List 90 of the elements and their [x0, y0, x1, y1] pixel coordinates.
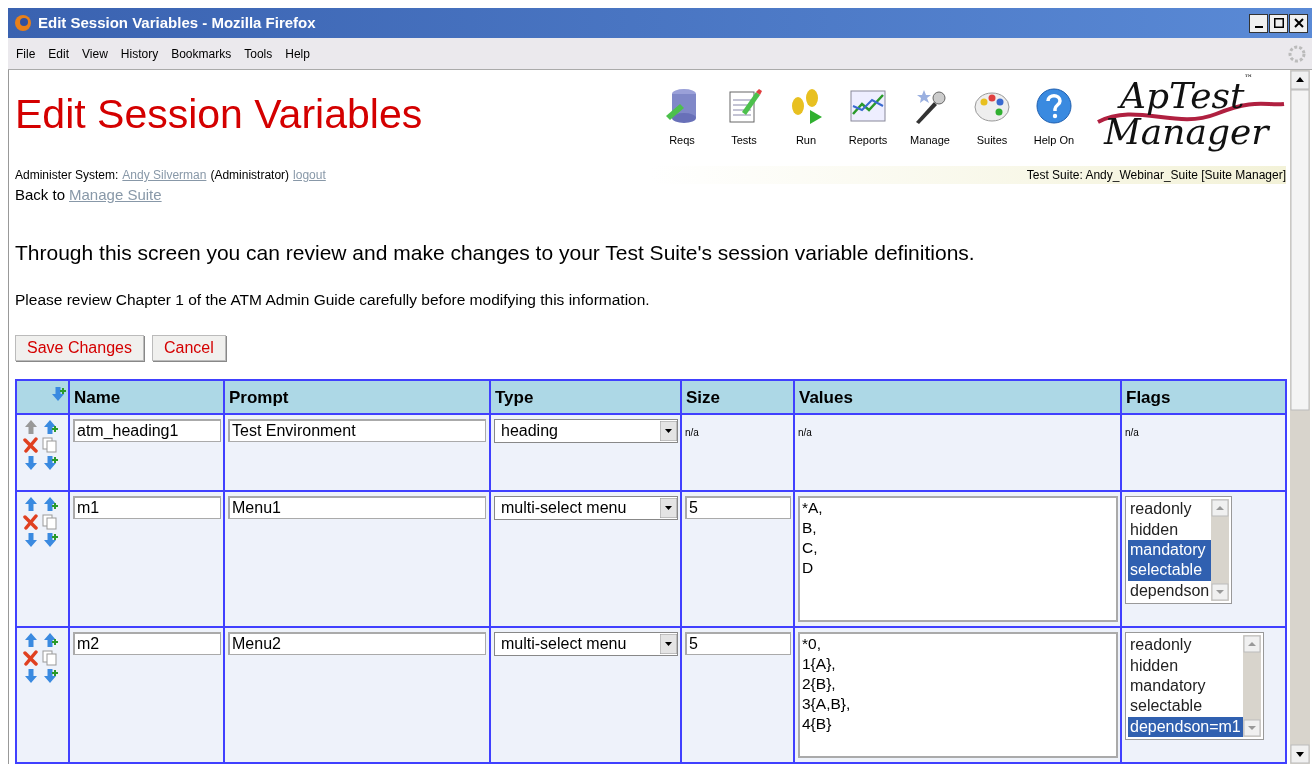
delete-icon[interactable]: [23, 650, 39, 667]
size-field[interactable]: 5: [685, 632, 791, 656]
na-text: n/a: [685, 427, 699, 439]
nav-label[interactable]: Manage: [910, 132, 950, 149]
move-down-icon[interactable]: [23, 455, 39, 472]
insert-below-icon[interactable]: [42, 455, 58, 472]
nav-label[interactable]: Tests: [731, 132, 757, 149]
na-text: n/a: [798, 427, 812, 439]
prompt-field[interactable]: Menu1: [228, 496, 486, 520]
move-up-icon[interactable]: [23, 496, 39, 513]
type-select[interactable]: multi-select menu: [494, 632, 678, 657]
insert-below-icon[interactable]: [42, 668, 58, 685]
flags-listbox[interactable]: readonly hidden mandatory selectable dependson: [1125, 496, 1233, 605]
name-field[interactable]: atm_heading1: [73, 419, 221, 443]
window-title: Edit Session Variables - Mozilla Firefox: [38, 12, 316, 33]
delete-icon[interactable]: [23, 514, 39, 531]
insert-above-icon[interactable]: [42, 496, 58, 513]
type-select[interactable]: heading: [494, 419, 678, 444]
menu-item[interactable]: Edit: [48, 44, 70, 63]
move-down-icon[interactable]: [23, 668, 39, 685]
column-header: Prompt: [224, 380, 490, 415]
copy-icon[interactable]: [42, 514, 58, 531]
delete-icon[interactable]: [23, 437, 39, 454]
flag-option[interactable]: mandatory: [1128, 676, 1243, 697]
name-field[interactable]: m2: [73, 632, 221, 656]
flag-option[interactable]: readonly: [1128, 499, 1212, 520]
flags-listbox[interactable]: readonly hidden mandatory selectable dependson=m1: [1125, 632, 1264, 741]
minimize-button[interactable]: [1249, 13, 1268, 33]
suite-label: Test Suite: Andy_Webinar_Suite [Suite Manager]: [1026, 167, 1286, 184]
insert-above-icon[interactable]: [42, 419, 58, 436]
nav-label[interactable]: Reports: [848, 132, 888, 149]
prompt-field[interactable]: Test Environment: [228, 419, 486, 443]
values-textarea[interactable]: *0, 1{A}, 2{B}, 3{A,B}, 4{B}: [798, 632, 1118, 759]
form-button[interactable]: Cancel: [151, 335, 226, 362]
column-header: Name: [69, 380, 224, 415]
copy-icon[interactable]: [42, 650, 58, 667]
prompt-field[interactable]: Menu2: [228, 632, 486, 656]
dropdown-arrow-icon: [660, 634, 677, 655]
move-up-icon[interactable]: [23, 632, 39, 649]
menu-item[interactable]: Help: [285, 44, 310, 63]
column-header: Type: [490, 380, 681, 415]
copy-icon[interactable]: [42, 437, 58, 454]
dropdown-arrow-icon: [660, 498, 677, 519]
menu-item[interactable]: View: [82, 44, 108, 63]
logo: ApTest™ Manager: [1096, 74, 1286, 154]
size-field[interactable]: 5: [685, 496, 791, 520]
nav-label[interactable]: Reqs: [669, 132, 695, 149]
back-label: Back to: [15, 185, 66, 205]
flag-option[interactable]: mandatory: [1128, 540, 1212, 561]
column-header: Values: [794, 380, 1121, 415]
menu-item[interactable]: File: [16, 44, 36, 63]
insert-below-icon[interactable]: [42, 532, 58, 549]
minimize-icon: [1254, 26, 1263, 28]
name-field[interactable]: m1: [73, 496, 221, 520]
insert-above-icon[interactable]: [42, 632, 58, 649]
menu-item[interactable]: Bookmarks: [171, 44, 232, 63]
values-textarea[interactable]: *A, B, C, D: [798, 496, 1118, 623]
form-button[interactable]: Save Changes: [15, 335, 144, 362]
nav-label[interactable]: Help On: [1033, 132, 1075, 149]
move-down-icon[interactable]: [23, 532, 39, 549]
close-icon: [1293, 18, 1304, 28]
move-up-icon[interactable]: [23, 419, 39, 436]
column-header: Size: [681, 380, 794, 415]
maximize-icon: [1273, 18, 1284, 28]
dropdown-arrow-icon: [660, 421, 677, 442]
help-icon[interactable]: [1034, 86, 1074, 126]
flag-option[interactable]: hidden: [1128, 655, 1243, 677]
menu-item[interactable]: Tools: [244, 44, 273, 63]
column-header: Flags: [1121, 380, 1286, 415]
loading-icon: [1288, 44, 1306, 63]
menu-item[interactable]: History: [120, 44, 159, 63]
na-text: n/a: [1125, 427, 1139, 439]
close-button[interactable]: [1289, 13, 1308, 33]
flag-option[interactable]: hidden: [1128, 519, 1212, 541]
nav-label[interactable]: Suites: [976, 132, 1008, 149]
flag-option[interactable]: selectable: [1128, 560, 1212, 581]
role-label: (Administrator): [210, 167, 290, 184]
nav-label[interactable]: Run: [795, 132, 817, 149]
page-title: Edit Session Variables: [15, 94, 423, 139]
flag-option[interactable]: dependson=m1: [1128, 716, 1243, 738]
insert-below-icon[interactable]: [50, 386, 66, 403]
flag-option[interactable]: selectable: [1128, 696, 1243, 717]
flag-option[interactable]: dependson: [1128, 580, 1212, 602]
browser-logo-icon: [14, 14, 32, 32]
intro-text: Through this screen you can review and make changes to your Test Suite's session variable definitions.: [15, 239, 976, 266]
flag-option[interactable]: readonly: [1128, 635, 1243, 656]
maximize-button[interactable]: [1269, 13, 1288, 33]
type-select[interactable]: multi-select menu: [494, 496, 678, 521]
note-text: Please review Chapter 1 of the ATM Admin Guide carefully before modifying this information.: [15, 290, 651, 310]
admin-label: Administer System:: [15, 167, 119, 184]
